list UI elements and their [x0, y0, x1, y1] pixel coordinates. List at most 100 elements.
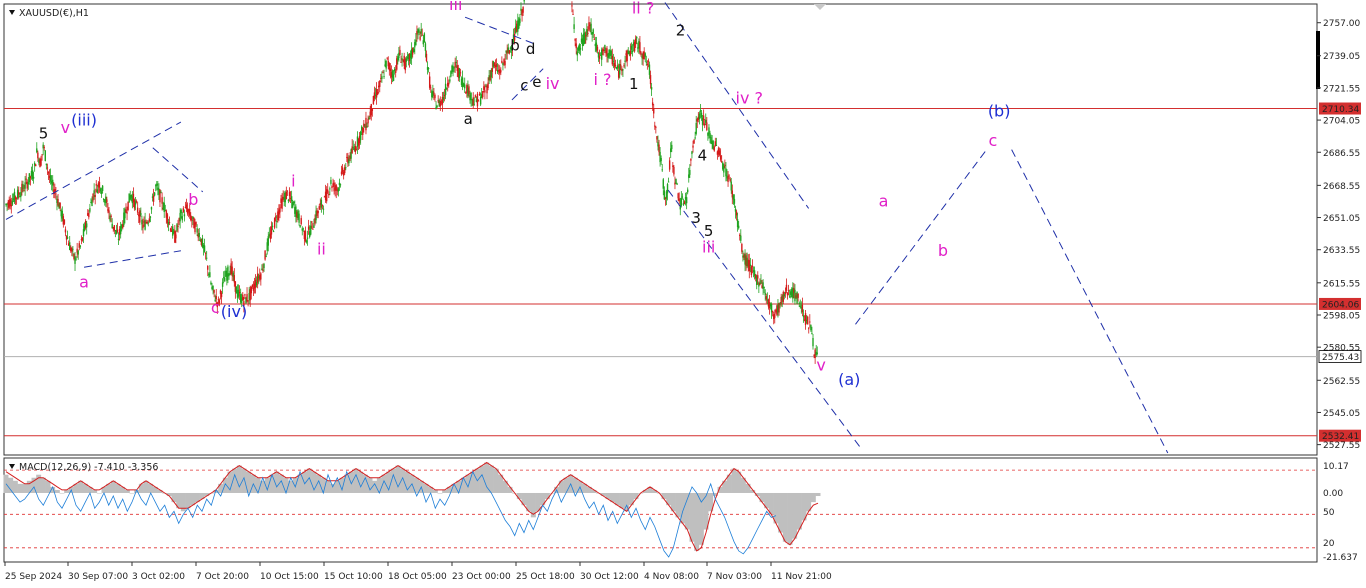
price-candle [695, 122, 697, 134]
price-candle [150, 207, 153, 210]
trend-channel-line[interactable] [855, 149, 988, 325]
wave-label[interactable]: 2 [676, 22, 686, 40]
chart-window: 2710.34 2604.06 2532.41 2575.43 5 v (iii) a b c(… [0, 0, 1366, 588]
wave-label[interactable]: d [526, 40, 536, 58]
macd-histogram-bar [773, 492, 779, 524]
trend-channel-line[interactable] [83, 250, 181, 268]
price-candle [140, 213, 142, 216]
wave-label[interactable]: a [79, 273, 89, 292]
wave-label[interactable]: v [61, 118, 70, 137]
wave-label[interactable]: (b) [988, 101, 1011, 120]
scroll-marker-icon[interactable] [814, 4, 826, 10]
price-candle [72, 248, 74, 250]
price-candle [29, 176, 32, 179]
wave-label[interactable]: ii [317, 239, 326, 258]
price-candle [136, 207, 139, 213]
macd-histogram-bar [138, 483, 144, 493]
wave-label[interactable]: 3 [691, 209, 701, 227]
price-candle [620, 64, 622, 66]
wave-label[interactable]: a [879, 192, 889, 211]
price-candle [724, 164, 726, 166]
price-candle [680, 198, 683, 206]
macd-histogram-bar [78, 480, 84, 493]
level-price-label: 2604.06 [1322, 300, 1359, 310]
price-candle [147, 222, 149, 224]
macd-histogram-bar [782, 492, 788, 542]
price-candle [685, 197, 688, 204]
price-candle [702, 115, 705, 120]
price-candle [425, 53, 428, 62]
wave-label[interactable]: iv ? [736, 89, 764, 108]
wave-label[interactable]: (iii) [71, 111, 97, 130]
macd-histogram-bar [190, 492, 196, 506]
wave-label[interactable]: iii [449, 0, 462, 14]
price-candle [293, 201, 295, 204]
wave-label[interactable]: (iv) [221, 302, 247, 321]
price-candle [385, 60, 387, 69]
wave-label[interactable]: 5 [39, 125, 49, 143]
wave-label[interactable]: v [816, 355, 825, 374]
macd-histogram-bar [736, 471, 742, 493]
wave-label[interactable]: c [211, 298, 220, 317]
wave-label[interactable]: iv [546, 74, 560, 93]
wave-label[interactable]: c [988, 131, 997, 150]
price-candle [705, 119, 707, 123]
wave-label[interactable]: c [520, 77, 528, 95]
wave-label[interactable]: e [532, 73, 541, 91]
wave-label[interactable]: b [188, 190, 198, 209]
wave-label[interactable]: 1 [629, 75, 639, 93]
price-candle [281, 198, 283, 209]
price-candle [449, 79, 451, 82]
price-candle [757, 275, 759, 279]
price-candle [161, 197, 163, 204]
price-candle [700, 112, 703, 118]
price-candle [267, 236, 269, 246]
price-candle [783, 294, 786, 297]
price-candle [195, 222, 197, 225]
price-candle [110, 215, 112, 217]
price-candle [662, 179, 664, 189]
wave-label[interactable]: b [938, 241, 948, 260]
wave-label[interactable]: 4 [698, 147, 708, 165]
price-candle [287, 199, 290, 202]
wave-label[interactable]: ii ? [632, 0, 654, 18]
macd-histogram-bar [488, 465, 494, 493]
price-candle [25, 178, 27, 180]
x-tick-label: 7 Oct 20:00 [196, 572, 249, 582]
macd-histogram-bar [698, 492, 704, 545]
chart-menu-arrow-icon[interactable] [9, 10, 15, 15]
price-scale-button[interactable] [1316, 31, 1320, 89]
wave-label[interactable]: b [510, 36, 520, 54]
x-tick-label: 10 Oct 15:00 [260, 572, 319, 582]
price-candle [661, 169, 663, 171]
price-candle [376, 92, 379, 95]
wave-label[interactable]: i [291, 171, 295, 190]
chart-svg[interactable]: 2710.342604.062532.412575.43 5 v (iii)abc(… [0, 0, 1366, 588]
trend-channel-line[interactable] [667, 189, 863, 450]
price-candle [262, 269, 264, 271]
macd-histogram-bar [563, 477, 569, 493]
price-candle [93, 190, 95, 194]
wave-label[interactable]: (a) [838, 370, 860, 389]
trend-channel-line[interactable] [1011, 149, 1169, 454]
price-candle [733, 198, 736, 204]
price-candle [250, 286, 252, 294]
wave-label[interactable]: i ? [593, 70, 611, 89]
price-candle [117, 238, 120, 240]
price-candle [313, 225, 315, 228]
price-candle [784, 292, 787, 295]
price-candle [312, 228, 314, 230]
macd-menu-arrow-icon[interactable] [9, 464, 15, 469]
price-candle [484, 90, 486, 93]
price-candle [799, 305, 801, 307]
price-candle [787, 290, 790, 292]
y-tick-label: 2562.55 [1323, 377, 1360, 387]
price-candle [210, 282, 212, 285]
macd-histogram-bar [17, 483, 23, 493]
trend-channel-line[interactable] [152, 147, 204, 193]
wave-label[interactable]: a [464, 110, 473, 128]
price-candle [101, 185, 104, 191]
wave-label[interactable]: iii [702, 238, 715, 257]
price-candle [574, 38, 576, 41]
price-candle [78, 243, 80, 248]
